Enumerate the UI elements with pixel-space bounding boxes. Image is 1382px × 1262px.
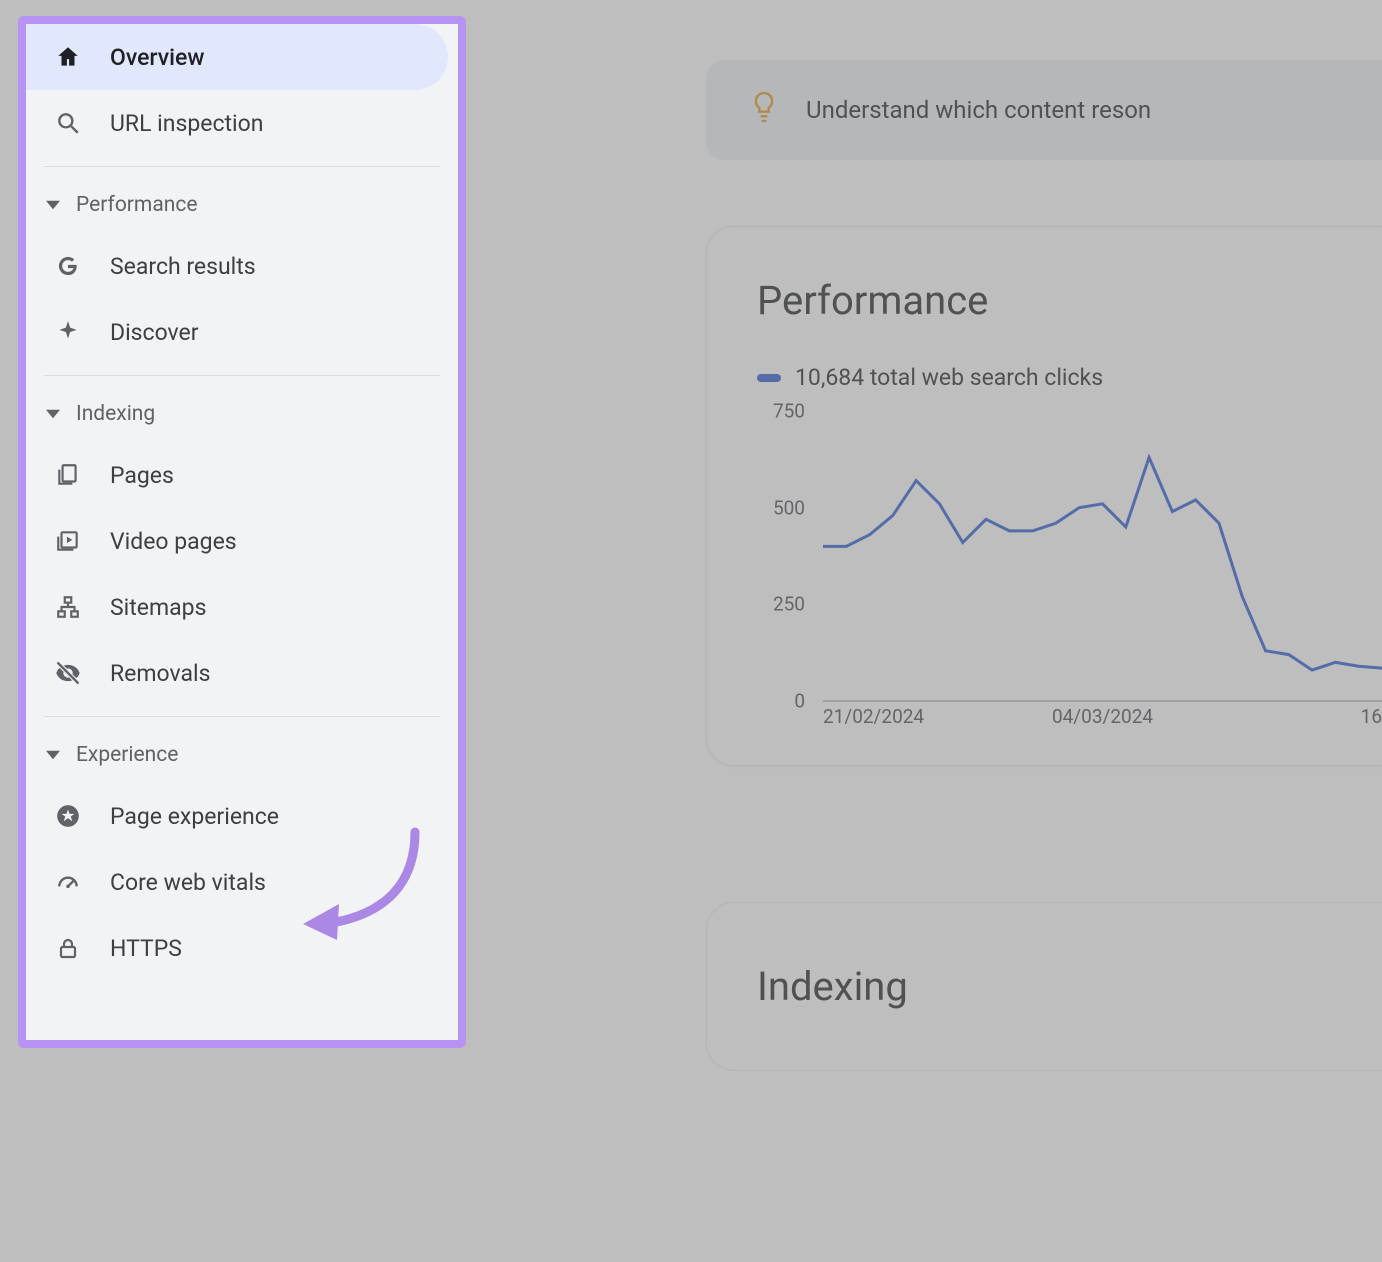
- divider: [44, 716, 440, 717]
- insights-hint-card: Understand which content reson: [706, 60, 1382, 160]
- section-label: Experience: [76, 743, 178, 767]
- search-icon: [54, 109, 82, 137]
- sidebar-item-label: Discover: [110, 319, 458, 346]
- divider: [44, 166, 440, 167]
- sidebar-item-label: HTTPS: [110, 935, 458, 962]
- sidebar-item-pages[interactable]: Pages: [26, 442, 458, 508]
- google-g-icon: [54, 252, 82, 280]
- sitemaps-icon: [54, 593, 82, 621]
- chevron-down-icon: [44, 405, 62, 423]
- legend-swatch: [757, 374, 781, 382]
- y-tick: 0: [794, 690, 805, 713]
- removals-icon: [54, 659, 82, 687]
- pages-icon: [54, 461, 82, 489]
- sidebar: Overview URL inspection Performance Sear…: [18, 16, 466, 1048]
- sidebar-item-discover[interactable]: Discover: [26, 299, 458, 365]
- legend-label: 10,684 total web search clicks: [795, 364, 1103, 391]
- page-experience-icon: [54, 802, 82, 830]
- sidebar-item-https[interactable]: HTTPS: [26, 915, 458, 981]
- hint-text: Understand which content reson: [806, 96, 1151, 124]
- y-tick: 250: [773, 593, 805, 616]
- sidebar-item-video-pages[interactable]: Video pages: [26, 508, 458, 574]
- section-header-experience[interactable]: Experience: [26, 727, 458, 783]
- x-tick: 04/03/2024: [1052, 705, 1153, 728]
- sidebar-item-removals[interactable]: Removals: [26, 640, 458, 706]
- discover-icon: [54, 318, 82, 346]
- x-tick: 21/02/2024: [823, 705, 924, 728]
- sidebar-item-label: URL inspection: [110, 110, 458, 137]
- sidebar-item-label: Video pages: [110, 528, 458, 555]
- indexing-title: Indexing: [757, 963, 1382, 1010]
- divider: [44, 375, 440, 376]
- video-pages-icon: [54, 527, 82, 555]
- section-label: Indexing: [76, 402, 155, 426]
- y-tick: 500: [773, 496, 805, 519]
- speedometer-icon: [54, 868, 82, 896]
- section-label: Performance: [76, 193, 197, 217]
- lock-icon: [54, 934, 82, 962]
- x-tick: 16: [1361, 705, 1382, 728]
- sidebar-item-overview[interactable]: Overview: [26, 24, 448, 90]
- sidebar-item-core-web-vitals[interactable]: Core web vitals: [26, 849, 458, 915]
- sidebar-item-sitemaps[interactable]: Sitemaps: [26, 574, 458, 640]
- chevron-down-icon: [44, 746, 62, 764]
- section-header-performance[interactable]: Performance: [26, 177, 458, 233]
- indexing-card: Indexing: [706, 902, 1382, 1071]
- sidebar-item-label: Page experience: [110, 803, 458, 830]
- sidebar-item-label: Removals: [110, 660, 458, 687]
- sidebar-item-url-inspection[interactable]: URL inspection: [26, 90, 458, 156]
- chart-legend: 10,684 total web search clicks: [757, 364, 1382, 391]
- performance-title: Performance: [757, 277, 1382, 324]
- chevron-down-icon: [44, 196, 62, 214]
- sidebar-item-label: Overview: [110, 44, 448, 71]
- performance-card: Performance 10,684 total web search clic…: [706, 226, 1382, 766]
- lightbulb-icon: [750, 90, 778, 130]
- sidebar-item-label: Pages: [110, 462, 458, 489]
- section-header-indexing[interactable]: Indexing: [26, 386, 458, 442]
- sidebar-item-label: Core web vitals: [110, 869, 458, 896]
- sidebar-item-page-experience[interactable]: Page experience: [26, 783, 458, 849]
- sidebar-item-search-results[interactable]: Search results: [26, 233, 458, 299]
- sidebar-item-label: Search results: [110, 253, 458, 280]
- home-icon: [54, 43, 82, 71]
- y-tick: 750: [773, 400, 805, 423]
- performance-chart: 0250500750 21/02/202404/03/202416: [757, 411, 1382, 731]
- sidebar-item-label: Sitemaps: [110, 594, 458, 621]
